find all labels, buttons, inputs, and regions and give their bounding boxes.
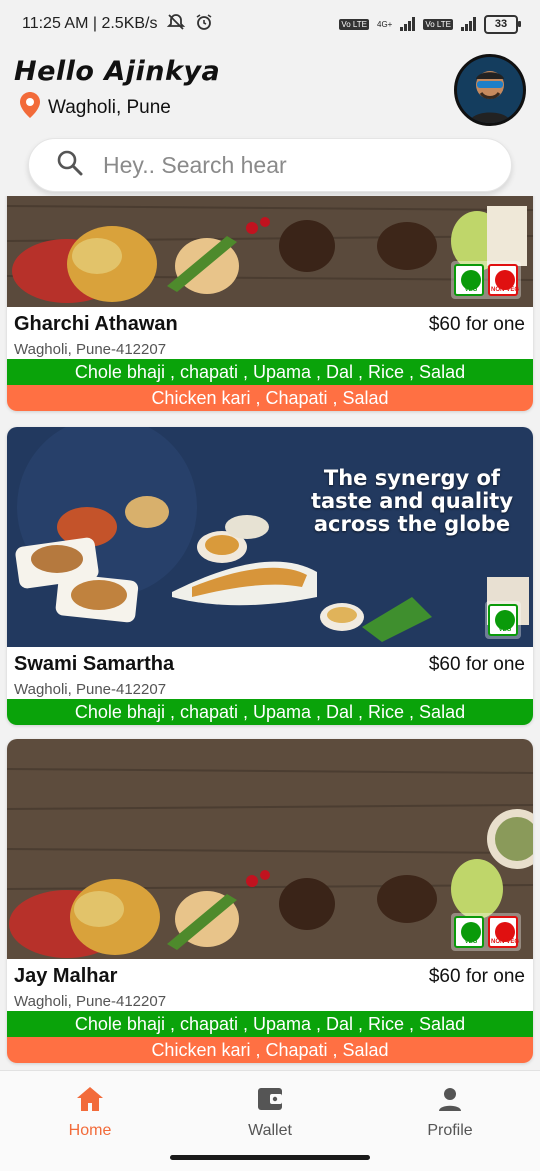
battery-level: 33 [494,18,508,30]
profile-icon [435,1088,465,1117]
veg-menu-bar: Chole bhaji , chapati , Upama , Dal , Ri… [7,1011,533,1037]
restaurant-name: Swami Samartha [14,653,175,675]
restaurant-image: VEG NON-VEG [7,196,533,307]
nonveg-badge-icon: NON-VEG [488,916,519,948]
greeting-title: Hello Ajinkya [14,56,221,87]
signal-icon-2 [461,17,476,31]
restaurant-price: $60 for one [428,966,525,987]
search-icon [57,150,83,181]
battery-icon: 33 [484,14,521,34]
restaurant-name: Gharchi Athawan [14,313,178,335]
location-label: Wagholi, Pune [48,97,171,118]
veg-badge-label: VEG [464,939,478,945]
restaurant-feed[interactable]: VEG NON-VEG Gharchi Athawan $60 for one … [0,196,540,1068]
food-type-badges: VEG NON-VEG [451,913,521,951]
mute-notification-icon [166,12,186,37]
veg-badge-icon: VEG [488,604,518,636]
network-type: 4G+ [377,19,393,29]
veg-menu-bar: Chole bhaji , chapati , Upama , Dal , Ri… [7,359,533,385]
restaurant-address: Wagholi, Pune-412207 [14,993,167,1010]
status-bar: 11:25 AM | 2.5KB/s Vo LTE 4G+ Vo LTE 33 [0,0,540,48]
restaurant-price: $60 for one [428,654,525,675]
signal-icon [400,17,416,31]
nav-wallet-label: Wallet [248,1122,292,1139]
nonveg-badge-label: NON-VEG [490,287,519,293]
wallet-icon [255,1088,285,1117]
status-time: 11:25 AM | 2.5KB/s [22,15,158,32]
restaurant-price: $60 for one [428,314,525,335]
volte-badge: Vo LTE [339,18,369,30]
nonveg-menu-bar: Chicken kari , Chapati , Salad [7,385,533,411]
nonveg-badge-icon: NON-VEG [488,264,519,296]
veg-badge-icon: VEG [454,916,484,948]
avatar[interactable] [454,54,526,126]
nonveg-menu-bar: Chicken kari , Chapati , Salad [7,1037,533,1063]
nav-profile[interactable]: Profile [390,1085,510,1140]
food-type-badges: VEG [485,601,521,639]
restaurant-image: The synergy of taste and quality across … [7,427,533,647]
nav-profile-label: Profile [427,1122,473,1139]
header: Hello Ajinkya Wagholi, Pune [0,48,540,136]
restaurant-card[interactable]: VEG NON-VEG Jay Malhar $60 for one Wagho… [7,739,533,1063]
restaurant-card[interactable]: The synergy of taste and quality across … [7,427,533,725]
alarm-icon [194,12,214,37]
restaurant-info: Swami Samartha $60 for one Wagholi, Pune… [7,647,533,699]
search-bar[interactable] [28,138,512,192]
home-indicator[interactable] [170,1155,370,1160]
veg-badge-icon: VEG [454,264,484,296]
location-row[interactable]: Wagholi, Pune [20,92,171,124]
restaurant-card[interactable]: VEG NON-VEG Gharchi Athawan $60 for one … [7,196,533,411]
nav-home[interactable]: Home [30,1085,150,1140]
nav-home-label: Home [68,1122,112,1139]
volte-badge-2: Vo LTE [423,18,453,30]
restaurant-address: Wagholi, Pune-412207 [14,681,167,698]
veg-menu-bar: Chole bhaji , chapati , Upama , Dal , Ri… [7,699,533,725]
veg-badge-label: VEG [498,627,512,633]
food-type-badges: VEG NON-VEG [451,261,521,299]
location-pin-icon [20,92,40,124]
restaurant-image: VEG NON-VEG [7,739,533,959]
veg-badge-label: VEG [464,287,478,293]
restaurant-info: Gharchi Athawan $60 for one Wagholi, Pun… [7,307,533,359]
home-icon [75,1087,105,1117]
promo-headline: The synergy of taste and quality across … [310,466,514,536]
restaurant-address: Wagholi, Pune-412207 [14,341,167,358]
search-input[interactable] [101,150,485,180]
nav-wallet[interactable]: Wallet [210,1085,330,1140]
restaurant-info: Jay Malhar $60 for one Wagholi, Pune-412… [7,959,533,1011]
nonveg-badge-label: NON-VEG [490,939,519,945]
restaurant-name: Jay Malhar [14,965,118,987]
